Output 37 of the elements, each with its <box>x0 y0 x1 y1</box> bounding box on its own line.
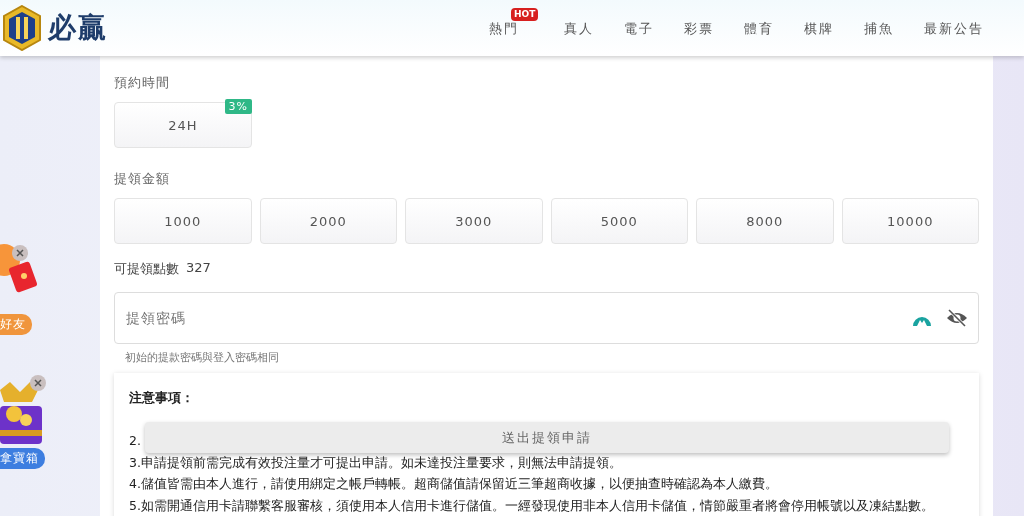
notice-title: 注意事項： <box>129 389 195 407</box>
hint-text: 初始的提款密碼與登入密碼相同 <box>124 350 280 365</box>
amount-option[interactable]: 8000 <box>696 198 834 244</box>
nav-link[interactable]: 最新公告 <box>908 20 998 38</box>
nav-link[interactable]: 體育 <box>728 20 788 38</box>
amount-option[interactable]: 2000 <box>259 198 397 244</box>
amount-option[interactable]: 1000 <box>114 198 252 244</box>
time-option[interactable]: 24H 3% <box>114 102 252 148</box>
submit-button[interactable]: 送出提領申請 <box>145 422 949 453</box>
notice-text: 5.如需開通信用卡請聯繫客服審核，須使用本人信用卡進行儲值。一經發現使用非本人信用卡儲值，情節嚴重者將會停用帳號以及凍結點數。 <box>129 497 934 513</box>
notice-text: 4.儲值皆需由本人進行，請使用綁定之帳戶轉帳。超商儲值請保留近三筆超商收據，以便抽查時確認為本人繳費。 <box>129 476 778 492</box>
balance-value: 327 <box>186 260 211 277</box>
promo-label[interactable]: 拿寶箱 <box>0 448 45 469</box>
logo-icon <box>2 5 42 51</box>
section-label: 提領金額 <box>114 170 171 188</box>
close-icon <box>15 248 25 258</box>
nav-link[interactable]: 電子 <box>608 20 668 38</box>
amount-option[interactable]: 10000 <box>841 198 979 244</box>
section-label: 預約時間 <box>114 74 171 92</box>
nav-link[interactable]: 真人 <box>548 20 608 38</box>
password-field[interactable]: 提領密碼 <box>114 292 979 344</box>
hot-badge: HOT <box>511 8 539 21</box>
amount-option[interactable]: 5000 <box>550 198 688 244</box>
amount-option[interactable]: 3000 <box>405 198 543 244</box>
rate-badge: 3% <box>224 99 252 114</box>
close-icon <box>33 378 43 388</box>
nav-link[interactable]: 彩票 <box>668 20 728 38</box>
eye-slash-icon[interactable] <box>946 309 968 327</box>
nav-link[interactable]: 棋牌 <box>788 20 848 38</box>
nav-link[interactable]: 捕魚 <box>848 20 908 38</box>
close-button[interactable] <box>12 245 28 261</box>
nav-link[interactable]: 熱門 <box>473 20 533 38</box>
close-button[interactable] <box>30 375 46 391</box>
balance-label: 可提領點數 <box>114 260 179 278</box>
notice-text: 2. <box>129 433 141 449</box>
notice-text: 3.申請提領前需完成有效投注量才可提出申請。如未達投注量要求，則無法申請提領。 <box>129 454 622 470</box>
logo-text: 必贏 <box>48 10 108 46</box>
